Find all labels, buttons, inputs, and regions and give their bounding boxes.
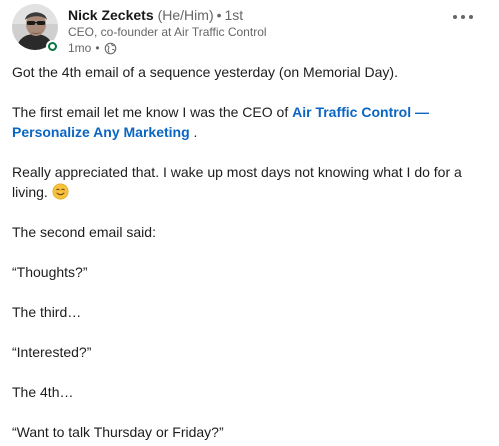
post-paragraph: The 4th… [12, 384, 74, 400]
post-paragraph: Really appreciated that. I wake up most … [12, 162, 486, 202]
post-paragraph: Got the 4th email of a sequence yesterda… [12, 64, 398, 80]
more-options-button[interactable] [451, 8, 475, 26]
author-name-row: Nick Zeckets (He/Him) • 1st [68, 6, 267, 24]
post-text: . [189, 124, 198, 140]
post-paragraph: The second email said: [12, 224, 156, 240]
author-name[interactable]: Nick Zeckets [68, 7, 154, 23]
online-status-icon [46, 40, 59, 53]
name-separator: • [216, 7, 222, 23]
connection-degree: 1st [224, 7, 244, 23]
globe-icon [104, 42, 116, 54]
post-paragraph: “Interested?” [12, 344, 92, 360]
smiling-face-emoji [52, 183, 69, 200]
post-text: The first email let me know I was the CE… [12, 104, 293, 120]
post-timestamp[interactable]: 1mo [68, 40, 91, 56]
more-horizontal-icon [453, 15, 473, 19]
post-paragraph: The third… [12, 304, 82, 320]
post-body: Got the 4th email of a sequence yesterda… [12, 62, 486, 446]
author-headline: CEO, co-founder at Air Traffic Control [68, 25, 267, 39]
post-paragraph: “Thoughts?” [12, 264, 88, 280]
author-pronouns: (He/Him) [157, 7, 214, 23]
post-paragraph: The first email let me know I was the CE… [12, 102, 486, 142]
post-time-row: 1mo • [68, 40, 267, 56]
author-meta: Nick Zeckets (He/Him) • 1st CEO, co-founder… [68, 6, 267, 56]
post-header: Nick Zeckets (He/Him) • 1st CEO, co-founder… [12, 4, 487, 60]
post-text: Really appreciated that. I wake up most … [12, 164, 462, 200]
avatar-wrapper[interactable] [12, 4, 59, 53]
post-paragraph: “Want to talk Thursday or Friday?” [12, 424, 224, 440]
time-separator: • [95, 41, 100, 55]
